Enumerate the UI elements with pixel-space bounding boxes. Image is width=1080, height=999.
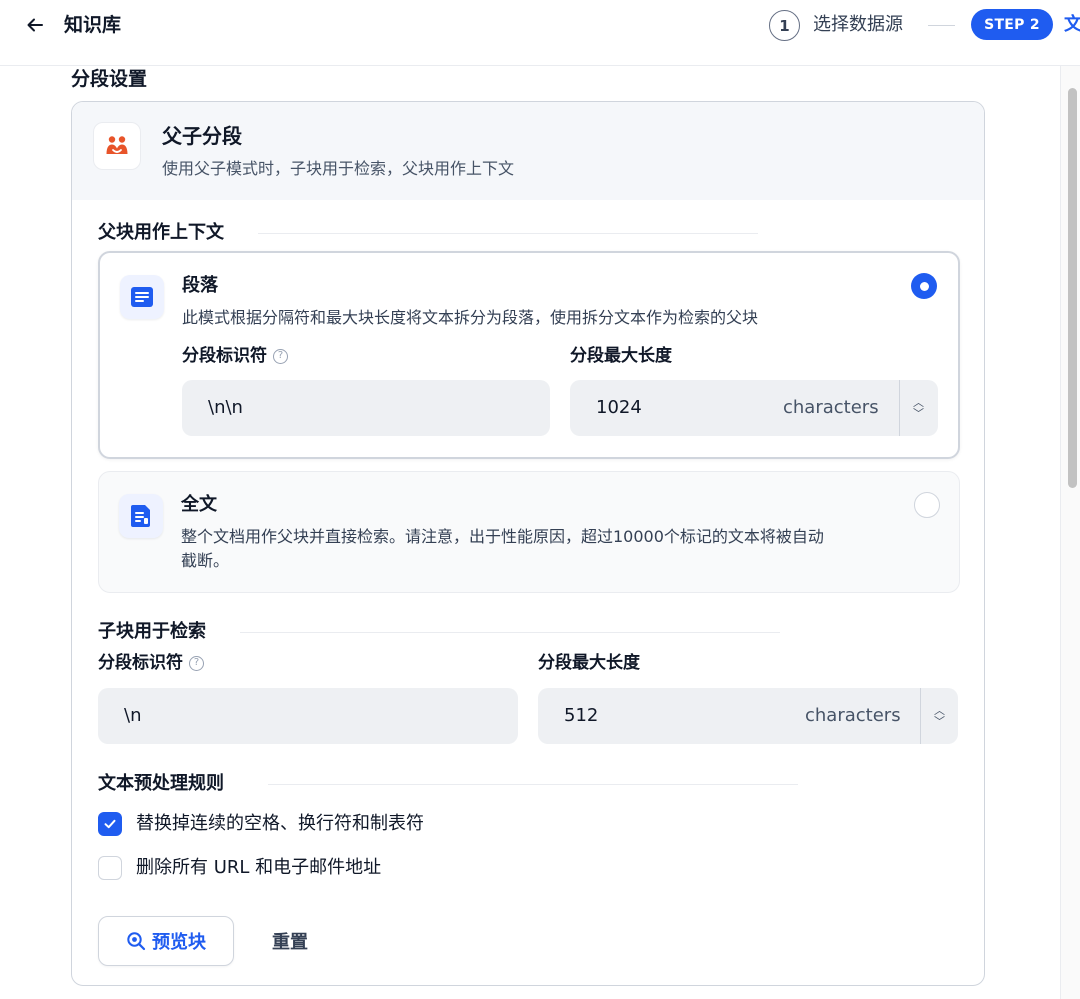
preprocess-group-divider xyxy=(268,784,798,785)
parent-separator-label: 分段标识符 ? xyxy=(182,344,288,368)
parent-maxlen-stepper[interactable]: ︿ ﹀ xyxy=(899,380,937,436)
step-divider xyxy=(928,25,955,26)
child-maxlen-label: 分段最大长度 xyxy=(538,653,640,673)
paragraph-icon xyxy=(120,275,164,319)
rule-remove-urls-checkbox[interactable] xyxy=(98,856,122,880)
parent-maxlen-label: 分段最大长度 xyxy=(570,346,672,366)
document-icon xyxy=(119,494,163,538)
rule-collapse-whitespace[interactable]: 替换掉连续的空格、换行符和制表符 xyxy=(98,811,424,837)
child-separator-input[interactable]: \n xyxy=(98,688,518,744)
parent-separator-label-text: 分段标识符 xyxy=(182,346,267,366)
scrollbar-track[interactable] xyxy=(1060,66,1080,999)
step-1-number: 1 xyxy=(769,10,800,41)
parent-maxlen-value: 1024 xyxy=(596,397,642,418)
parent-maxlen-unit: characters xyxy=(783,397,879,418)
preview-chunks-button[interactable]: 预览块 xyxy=(98,916,234,966)
reset-button[interactable]: 重置 xyxy=(254,916,326,966)
question-circle-icon[interactable]: ? xyxy=(273,348,288,364)
option-fulltext[interactable]: 全文 整个文档用作父块并直接检索。请注意，出于性能原因，超过10000个标记的文… xyxy=(98,471,960,593)
option-fulltext-title: 全文 xyxy=(181,494,217,515)
preview-chunks-label: 预览块 xyxy=(152,932,206,953)
child-group-divider xyxy=(240,632,780,633)
chunk-mode-card: 父子分段 使用父子模式时，子块用于检索，父块用作上下文 父块用作上下文 段落 此… xyxy=(71,101,985,986)
chevron-down-icon[interactable]: ﹀ xyxy=(934,716,945,727)
mode-title: 父子分段 xyxy=(162,124,242,148)
child-group-title: 子块用于检索 xyxy=(98,621,206,642)
option-paragraph-title: 段落 xyxy=(182,275,218,296)
parent-separator-input[interactable]: \n\n xyxy=(182,380,550,436)
parent-group-divider xyxy=(258,233,758,234)
parent-group-title: 父块用作上下文 xyxy=(98,222,224,243)
rule-collapse-whitespace-checkbox[interactable] xyxy=(98,812,122,836)
child-separator-label-text: 分段标识符 xyxy=(98,653,183,673)
chevron-down-icon[interactable]: ﹀ xyxy=(913,408,924,419)
search-eye-icon xyxy=(127,932,146,951)
mode-header: 父子分段 使用父子模式时，子块用于检索，父块用作上下文 xyxy=(72,102,984,200)
child-maxlen-unit: characters xyxy=(805,705,901,726)
step-1-label[interactable]: 选择数据源 xyxy=(813,12,903,38)
top-bar: 知识库 1 选择数据源 STEP 2 文 xyxy=(0,0,1080,66)
question-circle-icon[interactable]: ? xyxy=(189,655,204,671)
chevron-up-icon[interactable]: ︿ xyxy=(913,397,924,408)
option-paragraph-radio[interactable] xyxy=(911,273,937,299)
option-fulltext-description-line2: 截断。 xyxy=(181,551,230,570)
step-2-badge: STEP 2 xyxy=(971,9,1053,40)
option-paragraph[interactable]: 段落 此模式根据分隔符和最大块长度将文本拆分为段落，使用拆分文本作为检索的父块 … xyxy=(98,251,960,459)
rule-remove-urls-label: 删除所有 URL 和电子邮件地址 xyxy=(136,857,382,878)
scrollbar-thumb[interactable] xyxy=(1068,88,1077,488)
option-paragraph-description: 此模式根据分隔符和最大块长度将文本拆分为段落，使用拆分文本作为检索的父块 xyxy=(182,308,759,327)
chevron-up-icon[interactable]: ︿ xyxy=(934,705,945,716)
parent-maxlen-input[interactable]: 1024 xyxy=(570,380,938,436)
mode-description: 使用父子模式时，子块用于检索，父块用作上下文 xyxy=(162,159,515,178)
option-fulltext-radio[interactable] xyxy=(914,492,940,518)
child-maxlen-value: 512 xyxy=(564,705,599,726)
back-button[interactable] xyxy=(22,12,48,38)
child-maxlen-stepper[interactable]: ︿ ﹀ xyxy=(920,688,958,744)
step-2-label: 文 xyxy=(1064,14,1080,35)
check-icon xyxy=(104,819,116,829)
child-separator-label: 分段标识符 ? xyxy=(98,651,204,675)
rule-remove-urls[interactable]: 删除所有 URL 和电子邮件地址 xyxy=(98,855,381,881)
page-title: 知识库 xyxy=(64,14,122,36)
option-fulltext-description-line1: 整个文档用作父块并直接检索。请注意，出于性能原因，超过10000个标记的文本将被… xyxy=(181,527,824,546)
rule-collapse-whitespace-label: 替换掉连续的空格、换行符和制表符 xyxy=(136,813,424,834)
section-title: 分段设置 xyxy=(71,68,148,90)
preprocess-group-title: 文本预处理规则 xyxy=(98,773,224,794)
parent-child-icon xyxy=(93,122,141,170)
arrow-left-icon xyxy=(27,18,43,32)
